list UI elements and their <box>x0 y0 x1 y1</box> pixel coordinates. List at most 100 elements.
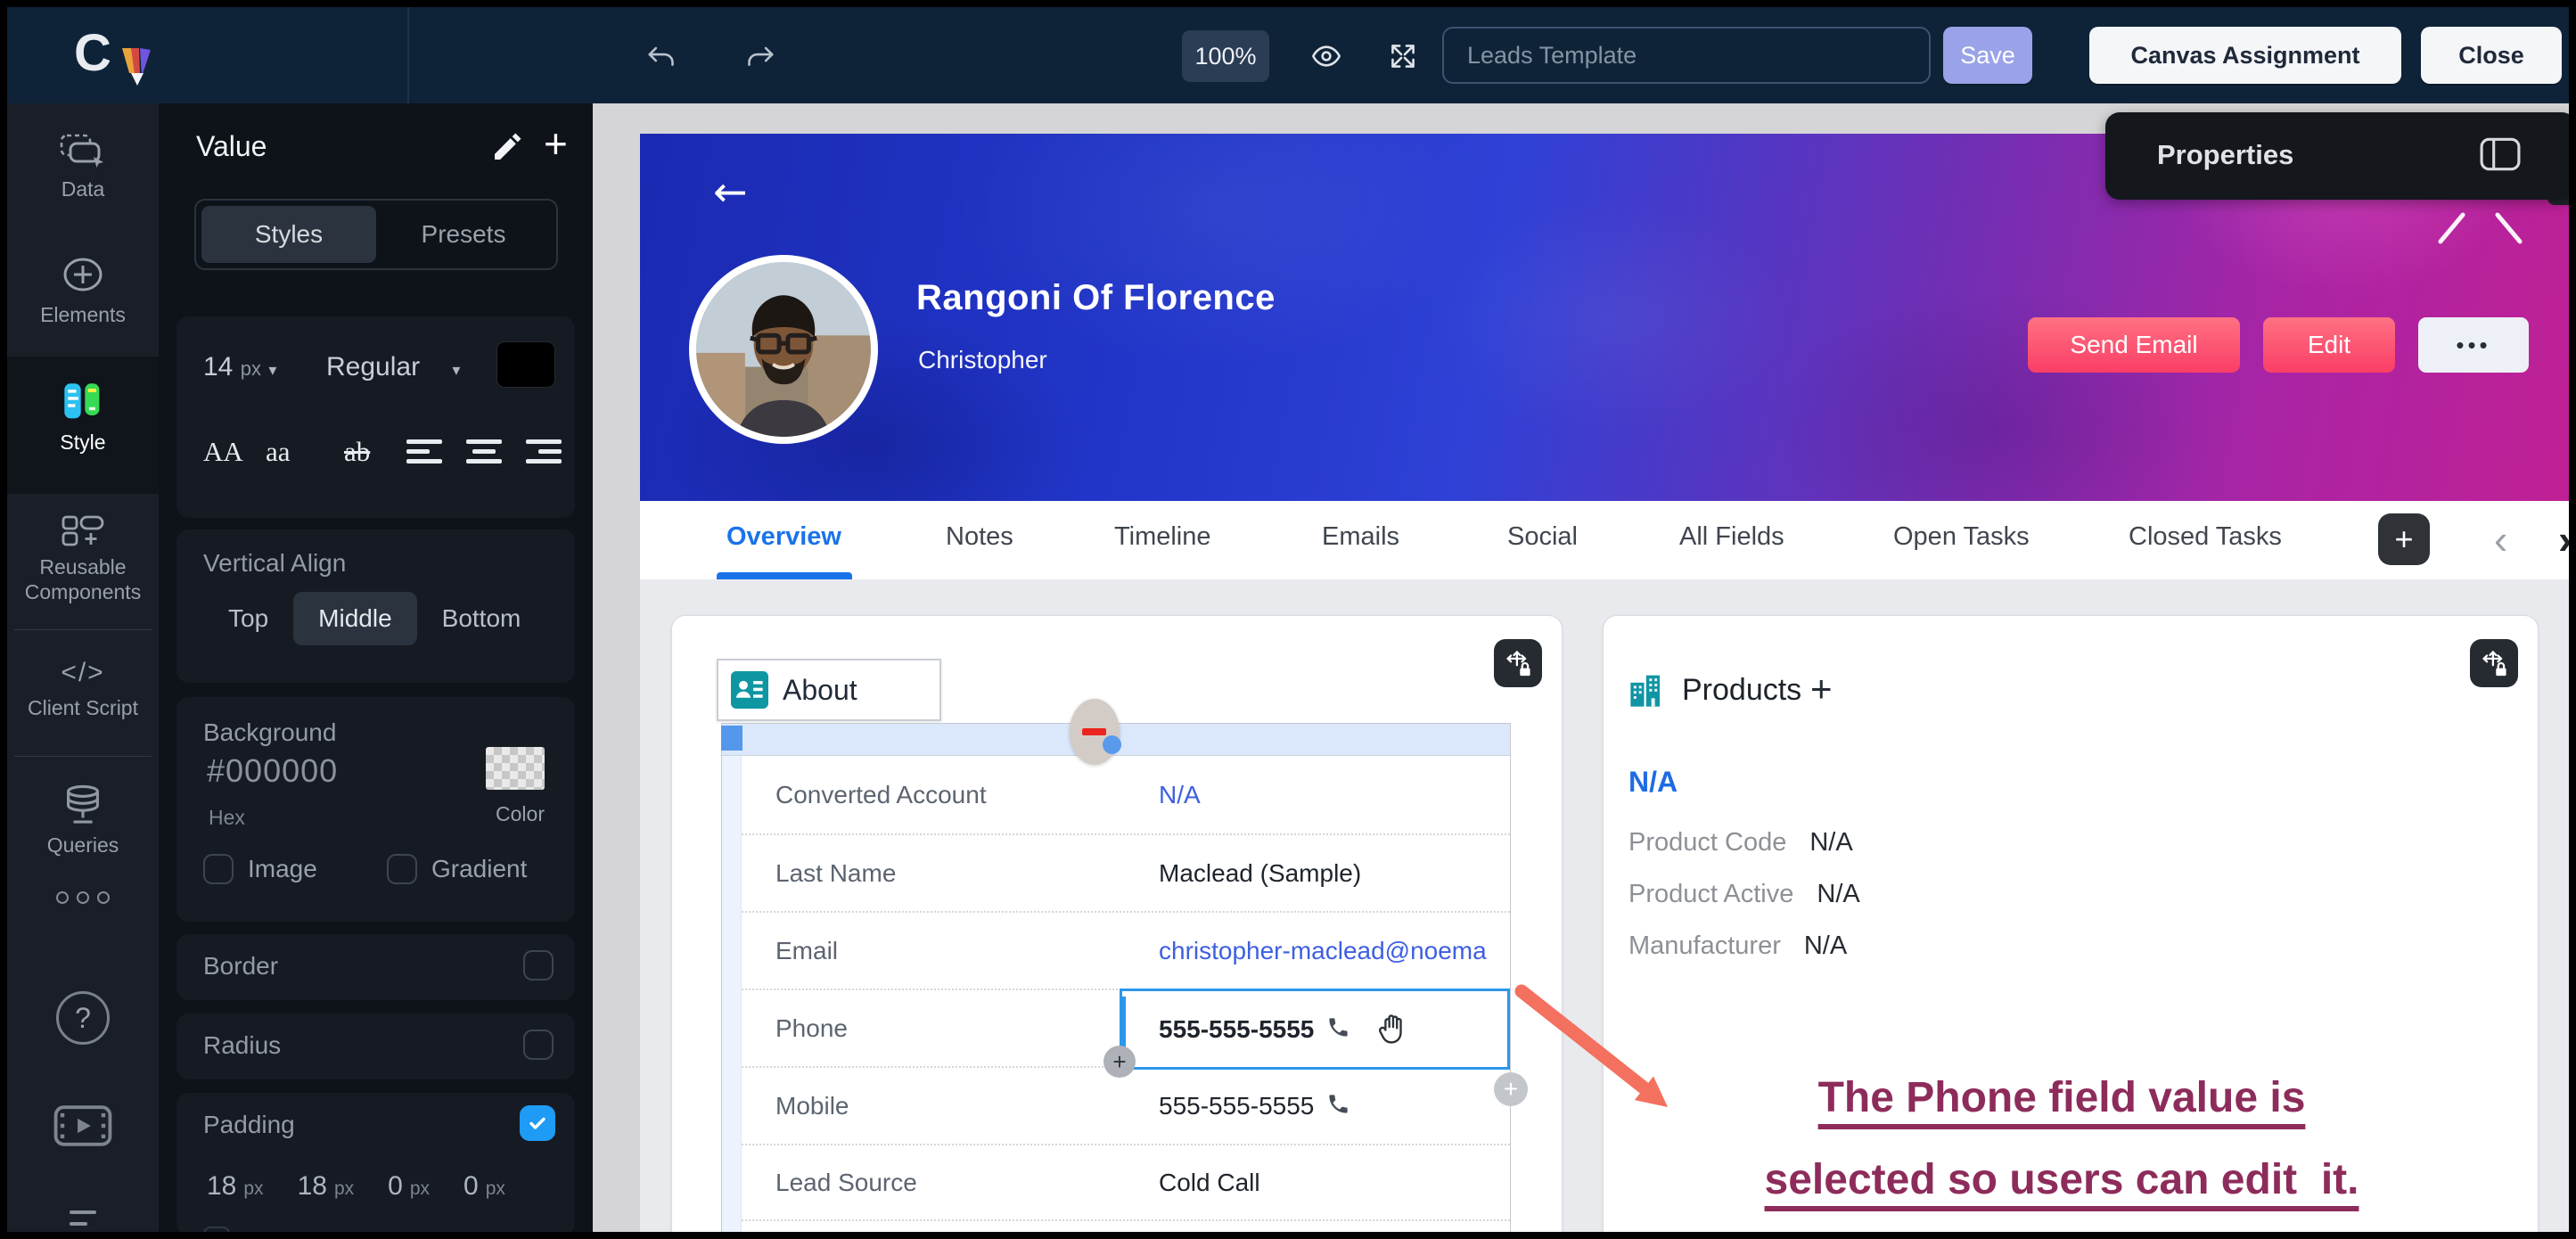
help-icon[interactable]: ? <box>56 991 110 1045</box>
padding-checkbox-checked[interactable] <box>520 1105 555 1141</box>
email-link[interactable]: christopher-maclead@noema <box>1159 937 1487 965</box>
add-tab-button[interactable]: + <box>2378 513 2430 565</box>
strikethrough-button[interactable]: ab <box>344 436 370 468</box>
edit-button[interactable]: Edit <box>2263 317 2395 373</box>
avatar[interactable] <box>689 255 878 444</box>
more-options-icon[interactable] <box>7 891 159 904</box>
sidebar-item-data[interactable]: Data <box>7 134 159 201</box>
vertical-align-label: Vertical Align <box>203 549 346 578</box>
redo-icon[interactable] <box>745 40 777 72</box>
save-button[interactable]: Save <box>1943 27 2032 84</box>
tab-timeline[interactable]: Timeline <box>1114 522 1211 552</box>
sidebar-item-elements[interactable]: Elements <box>7 254 159 327</box>
toolbar-divider <box>407 7 409 103</box>
table-drag-handle[interactable] <box>721 726 742 751</box>
style-properties-panel: Value + Styles Presets 14 px ▾ Regular ▾… <box>159 103 593 1232</box>
preview-eye-icon[interactable] <box>1310 40 1342 72</box>
tabs-scroll-right-icon[interactable]: › <box>2558 515 2569 563</box>
record-content: About Converted Account <box>640 579 2569 1232</box>
tab-all-fields[interactable]: All Fields <box>1679 522 1784 552</box>
tab-overview[interactable]: Overview <box>726 522 841 552</box>
sidebar-item-reusable-components[interactable]: Reusable Components <box>7 515 159 604</box>
remove-icon <box>1082 728 1106 735</box>
canvas-logo[interactable]: C <box>74 23 172 87</box>
typography-card: 14 px ▾ Regular ▾ AA aa ab <box>176 316 575 518</box>
tab-emails[interactable]: Emails <box>1322 522 1399 552</box>
padding-card: Padding 18px 18px 0px 0px <box>176 1093 575 1232</box>
undo-icon[interactable] <box>644 40 677 72</box>
blue-dot-handle[interactable] <box>1103 735 1121 754</box>
lowercase-button[interactable]: aa <box>266 436 291 468</box>
tab-styles[interactable]: Styles <box>201 206 376 263</box>
radius-checkbox[interactable] <box>523 1030 554 1060</box>
more-actions-button[interactable]: ••• <box>2418 317 2529 373</box>
canvas-assignment-button[interactable]: Canvas Assignment <box>2089 27 2401 84</box>
sidebar-item-queries[interactable]: Queries <box>7 784 159 857</box>
tab-social[interactable]: Social <box>1507 522 1578 552</box>
phone-icon[interactable] <box>1326 1092 1350 1120</box>
phone-icon[interactable] <box>1326 1015 1350 1044</box>
radius-card: Radius <box>176 1013 575 1079</box>
tab-notes[interactable]: Notes <box>946 522 1013 552</box>
phone-field-selection[interactable]: 555-555-5555 <box>1120 989 1510 1070</box>
tab-presets[interactable]: Presets <box>376 206 551 263</box>
align-left-icon[interactable] <box>406 439 447 472</box>
font-weight-dropdown[interactable]: Regular ▾ <box>326 352 460 382</box>
expand-mark-icon <box>2494 212 2523 245</box>
product-name-link[interactable]: N/A <box>1628 766 1678 799</box>
image-checkbox[interactable]: Image <box>203 854 317 884</box>
fullscreen-icon[interactable] <box>1387 40 1419 72</box>
back-arrow-icon[interactable]: ← <box>713 168 748 216</box>
align-center-icon[interactable] <box>464 439 505 472</box>
font-color-swatch[interactable] <box>496 341 555 388</box>
add-field-below-icon[interactable]: + <box>1103 1046 1136 1078</box>
zoom-level[interactable]: 100% <box>1182 30 1269 82</box>
close-button[interactable]: Close <box>2421 27 2562 84</box>
panel-title: Value <box>196 130 267 163</box>
background-card: Background #000000 Hex Color Image Gradi… <box>176 697 575 922</box>
about-section-label[interactable]: About <box>717 659 941 721</box>
background-hex-value[interactable]: #000000 <box>207 752 338 790</box>
table-row: Last Name Maclead (Sample) <box>742 833 1510 911</box>
converted-account-link[interactable]: N/A <box>1159 781 1201 809</box>
valign-top-button[interactable]: Top <box>203 592 293 645</box>
table-left-strip <box>722 756 742 1232</box>
about-card: About Converted Account <box>671 615 1563 1232</box>
cropped-checkbox[interactable] <box>203 1227 230 1232</box>
grab-hand-cursor-icon <box>1375 1013 1409 1046</box>
row-remove-control[interactable] <box>1070 699 1120 765</box>
padding-values[interactable]: 18px 18px 0px 0px <box>207 1171 505 1202</box>
record-tabbar: Overview Notes Timeline Emails Social Al… <box>640 501 2569 579</box>
sidebar-item-client-script[interactable]: </> Client Script <box>7 658 159 720</box>
menu-handle-icon[interactable] <box>70 1210 96 1232</box>
add-product-icon[interactable]: + <box>1810 668 1833 710</box>
table-row: Lead Source Cold Call <box>742 1144 1510 1221</box>
table-row-phone: Phone 555-555-5555 <box>742 989 1510 1066</box>
properties-panel-header: Properties <box>2105 112 2569 200</box>
uppercase-button[interactable]: AA <box>203 436 243 468</box>
valign-bottom-button[interactable]: Bottom <box>417 592 546 645</box>
tab-closed-tasks[interactable]: Closed Tasks <box>2129 522 2282 552</box>
edit-pencil-icon[interactable] <box>490 128 526 164</box>
align-right-icon[interactable] <box>521 439 562 472</box>
add-style-icon[interactable]: + <box>544 119 568 168</box>
record-title: Rangoni Of Florence <box>916 278 1276 318</box>
gradient-checkbox[interactable]: Gradient <box>387 854 527 884</box>
panel-layout-icon[interactable] <box>2480 137 2521 171</box>
border-checkbox[interactable] <box>523 950 554 981</box>
tab-open-tasks[interactable]: Open Tasks <box>1893 522 2030 552</box>
move-lock-handle-icon[interactable] <box>2470 639 2518 687</box>
record-first-name: Christopher <box>918 346 1047 374</box>
font-size-dropdown[interactable]: 14 px ▾ <box>203 352 276 382</box>
move-lock-handle-icon[interactable] <box>1494 639 1542 687</box>
valign-middle-button[interactable]: Middle <box>293 592 416 645</box>
tabs-scroll-left-icon[interactable]: ‹ <box>2494 515 2507 563</box>
background-color-swatch[interactable] <box>486 747 545 790</box>
video-tutorials-icon[interactable] <box>53 1105 112 1146</box>
send-email-button[interactable]: Send Email <box>2028 317 2240 373</box>
product-field-row: Manufacturer N/A <box>1628 931 1847 961</box>
vertical-align-card: Vertical Align Top Middle Bottom <box>176 529 575 683</box>
chevron-down-icon: ▾ <box>268 361 276 380</box>
template-name-input[interactable] <box>1442 27 1931 84</box>
sidebar-item-style[interactable]: Style <box>7 382 159 455</box>
